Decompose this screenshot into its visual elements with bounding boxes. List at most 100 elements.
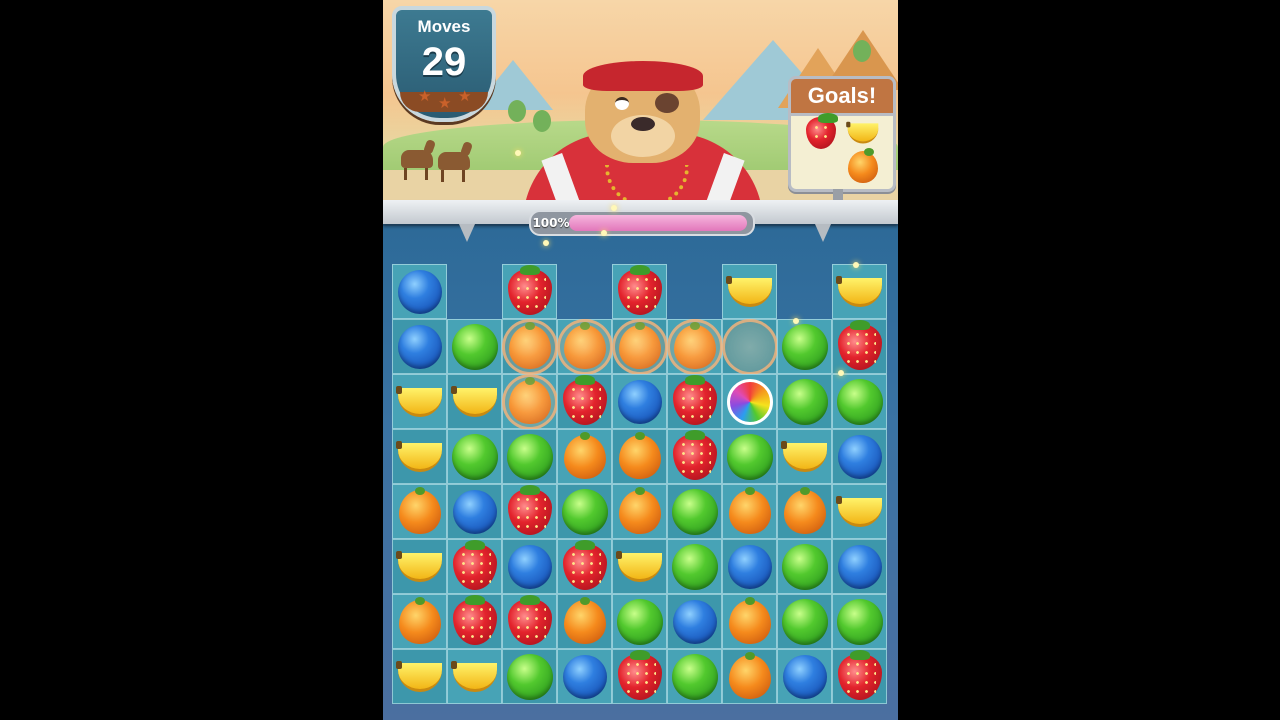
banana-tile[interactable]	[615, 550, 664, 583]
board-cell[interactable]	[557, 594, 612, 649]
board-cell[interactable]	[612, 649, 667, 704]
orange-tile[interactable]	[618, 486, 661, 534]
board-cell[interactable]	[832, 374, 887, 429]
apple-tile[interactable]	[781, 543, 828, 590]
strawberry-tile[interactable]	[672, 429, 717, 480]
orange-tile[interactable]	[783, 486, 826, 534]
board-cell[interactable]	[392, 484, 447, 539]
apple-tile[interactable]	[506, 433, 553, 480]
board-cell[interactable]	[557, 484, 612, 539]
board-cell[interactable]	[777, 319, 832, 374]
board-cell[interactable]	[502, 484, 557, 539]
strawberry-tile[interactable]	[507, 264, 552, 315]
board-cell[interactable]	[447, 484, 502, 539]
strawberry-tile[interactable]	[617, 649, 662, 700]
board-cell[interactable]	[722, 649, 777, 704]
blueberry-tile[interactable]	[727, 544, 772, 589]
orange-tile[interactable]	[618, 431, 661, 479]
apple-tile[interactable]	[506, 653, 553, 700]
rainbow-tile[interactable]	[726, 378, 773, 425]
board-cell[interactable]	[667, 594, 722, 649]
board-cell[interactable]	[392, 649, 447, 704]
board-cell[interactable]	[832, 429, 887, 484]
strawberry-tile[interactable]	[562, 539, 607, 590]
apple-tile[interactable]	[671, 488, 718, 535]
board-cell[interactable]	[557, 374, 612, 429]
board-cell[interactable]	[667, 649, 722, 704]
strawberry-tile[interactable]	[452, 539, 497, 590]
strawberry-tile[interactable]	[452, 594, 497, 645]
banana-tile[interactable]	[395, 550, 444, 583]
board-cell[interactable]	[612, 539, 667, 594]
board-cell[interactable]	[777, 649, 832, 704]
game-board[interactable]	[392, 264, 888, 709]
board-cell[interactable]	[832, 649, 887, 704]
strawberry-tile[interactable]	[672, 374, 717, 425]
board-cell[interactable]	[666, 318, 723, 375]
board-cell[interactable]	[832, 264, 887, 319]
apple-tile[interactable]	[781, 378, 828, 425]
board-cell[interactable]	[832, 594, 887, 649]
board-cell[interactable]	[502, 429, 557, 484]
apple-tile[interactable]	[616, 598, 663, 645]
banana-tile[interactable]	[450, 660, 499, 693]
board-cell[interactable]	[777, 484, 832, 539]
banana-tile[interactable]	[450, 385, 499, 418]
board-cell[interactable]	[501, 373, 558, 430]
board-cell[interactable]	[447, 594, 502, 649]
apple-tile[interactable]	[726, 433, 773, 480]
apple-tile[interactable]	[451, 323, 498, 370]
board-cell[interactable]	[722, 429, 777, 484]
board-cell[interactable]	[447, 539, 502, 594]
blueberry-tile[interactable]	[397, 324, 442, 369]
board-cell[interactable]	[777, 429, 832, 484]
orange-tile[interactable]	[563, 431, 606, 479]
board-cell[interactable]	[557, 539, 612, 594]
board-cell[interactable]	[832, 319, 887, 374]
blueberry-tile[interactable]	[562, 654, 607, 699]
board-cell[interactable]	[777, 594, 832, 649]
board-cell[interactable]	[447, 319, 502, 374]
blueberry-tile[interactable]	[617, 379, 662, 424]
blueberry-tile[interactable]	[452, 489, 497, 534]
board-cell[interactable]	[501, 318, 558, 375]
strawberry-tile[interactable]	[507, 484, 552, 535]
blueberry-tile[interactable]	[672, 599, 717, 644]
banana-tile[interactable]	[780, 440, 829, 473]
board-cell[interactable]	[557, 649, 612, 704]
apple-tile[interactable]	[561, 488, 608, 535]
board-cell[interactable]	[667, 429, 722, 484]
board-cell[interactable]	[392, 374, 447, 429]
board-cell[interactable]	[556, 318, 613, 375]
board-cell[interactable]	[721, 318, 778, 375]
board-cell[interactable]	[447, 649, 502, 704]
apple-tile[interactable]	[836, 598, 883, 645]
board-cell[interactable]	[392, 539, 447, 594]
board-cell[interactable]	[392, 319, 447, 374]
apple-tile[interactable]	[671, 653, 718, 700]
board-cell[interactable]	[392, 264, 447, 319]
board-cell[interactable]	[612, 484, 667, 539]
board-cell[interactable]	[392, 594, 447, 649]
banana-tile[interactable]	[835, 275, 884, 308]
strawberry-tile[interactable]	[562, 374, 607, 425]
strawberry-tile[interactable]	[837, 649, 882, 700]
board-cell[interactable]	[502, 539, 557, 594]
board-cell[interactable]	[502, 264, 557, 319]
apple-tile[interactable]	[671, 543, 718, 590]
orange-tile[interactable]	[728, 486, 771, 534]
orange-tile[interactable]	[398, 596, 441, 644]
board-cell[interactable]	[667, 484, 722, 539]
orange-tile[interactable]	[398, 486, 441, 534]
board-cell[interactable]	[612, 264, 667, 319]
orange-tile[interactable]	[728, 651, 771, 699]
board-cell[interactable]	[502, 649, 557, 704]
board-cell[interactable]	[612, 429, 667, 484]
apple-tile[interactable]	[781, 323, 828, 370]
board-cell[interactable]	[611, 318, 668, 375]
blueberry-tile[interactable]	[782, 654, 827, 699]
board-cell[interactable]	[612, 374, 667, 429]
board-cell[interactable]	[722, 264, 777, 319]
board-cell[interactable]	[722, 484, 777, 539]
board-cell[interactable]	[667, 539, 722, 594]
